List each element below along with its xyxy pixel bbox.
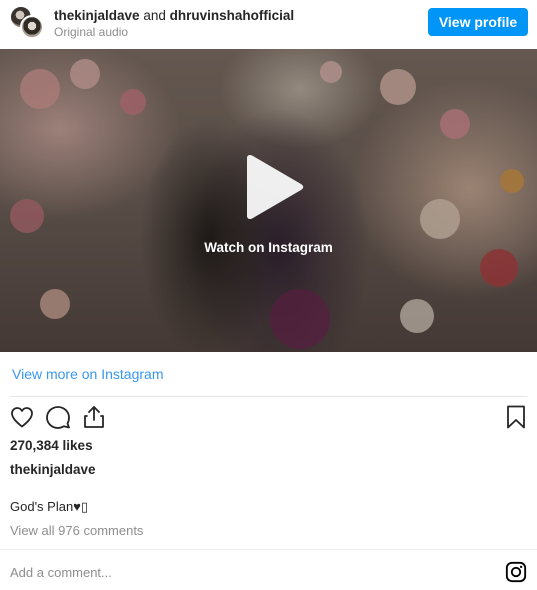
view-all-comments-link[interactable]: View all 976 comments [10, 523, 143, 538]
divider [0, 549, 537, 550]
caption-text: God's Plan♥▯ [10, 499, 89, 514]
video-thumbnail[interactable]: Watch on Instagram [0, 49, 537, 352]
caption-username[interactable]: thekinjaldave [10, 462, 96, 477]
avatar[interactable] [20, 15, 44, 39]
author-username-1[interactable]: thekinjaldave [54, 8, 140, 23]
avatar-group[interactable] [9, 5, 45, 39]
instagram-icon[interactable] [505, 561, 527, 583]
heart-icon[interactable] [9, 404, 35, 430]
comment-icon[interactable] [45, 404, 71, 430]
watch-on-instagram-label[interactable]: Watch on Instagram [0, 240, 537, 255]
bookmark-icon[interactable] [503, 404, 529, 430]
post-header: thekinjaldave and dhruvinshahofficial Or… [0, 0, 537, 48]
share-icon[interactable] [81, 404, 107, 430]
author-username-2[interactable]: dhruvinshahofficial [170, 8, 295, 23]
add-comment-input[interactable]: Add a comment... [10, 565, 112, 580]
author-names: thekinjaldave and dhruvinshahofficial [54, 8, 294, 23]
play-icon[interactable] [241, 154, 305, 220]
author-connector: and [143, 8, 166, 23]
view-profile-button[interactable]: View profile [428, 8, 528, 36]
divider [10, 396, 527, 397]
like-count[interactable]: 270,384 likes [10, 438, 93, 453]
view-more-link[interactable]: View more on Instagram [12, 366, 163, 382]
audio-label[interactable]: Original audio [54, 25, 128, 39]
